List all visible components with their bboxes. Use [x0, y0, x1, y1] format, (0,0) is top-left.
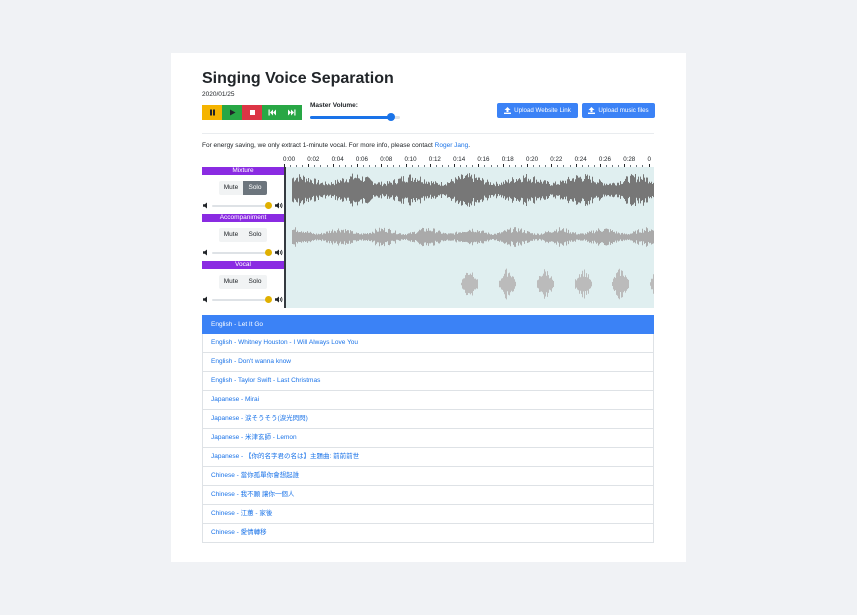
mute-button[interactable]: Mute [219, 181, 243, 195]
page-date: 2020/01/25 [202, 91, 235, 98]
divider [202, 133, 654, 134]
track-control-accompaniment: Accompaniment Mute Solo [202, 214, 284, 261]
upload-music-files-button[interactable]: Upload music files [582, 103, 655, 118]
volume-up-icon [275, 249, 283, 256]
song-list-item[interactable]: Chinese - 我不願 讓你一個人 [202, 486, 654, 505]
track-name: Accompaniment [202, 214, 284, 222]
mute-solo-group: Mute Solo [219, 181, 267, 195]
timeline-tick-label: 0:20 [526, 156, 539, 163]
song-list-item[interactable]: Chinese - 愛情轉移 [202, 524, 654, 543]
track-control-mixture: Mixture Mute Solo [202, 167, 284, 214]
info-note: For energy saving, we only extract 1-min… [202, 142, 470, 149]
song-list-item[interactable]: Japanese - 【你的名字君の名は】主題曲: 前前前世 [202, 448, 654, 467]
track-volume-slider[interactable] [202, 249, 284, 257]
upload-icon [504, 107, 512, 114]
song-list-item[interactable]: Japanese - Mirai [202, 391, 654, 410]
song-list-item[interactable]: English - Don't wanna know [202, 353, 654, 372]
track-volume-thumb[interactable] [265, 296, 272, 303]
timeline-tick-label: 0:06 [355, 156, 368, 163]
main-card: Singing Voice Separation 2020/01/25 Mast… [171, 53, 686, 562]
play-button[interactable] [222, 105, 242, 120]
pause-button[interactable] [202, 105, 222, 120]
master-volume-slider[interactable] [310, 113, 400, 122]
solo-button[interactable]: Solo [243, 275, 267, 289]
waveform-path [461, 268, 654, 300]
timeline-tick-label: 0:12 [428, 156, 441, 163]
track-volume-track [212, 205, 270, 207]
timeline-tick-label: 0:00 [283, 156, 296, 163]
track-volume-slider[interactable] [202, 202, 284, 210]
track-volume-slider[interactable] [202, 296, 284, 304]
upload-icon [588, 107, 596, 114]
page-title: Singing Voice Separation [202, 70, 394, 87]
waveform-path [292, 227, 654, 247]
volume-down-icon [203, 249, 207, 256]
timeline-tick-label: 0:08 [380, 156, 393, 163]
waveforms [292, 173, 654, 300]
timeline-tick-label: 0:02 [307, 156, 320, 163]
transport-controls [202, 105, 302, 120]
contact-link[interactable]: Roger Jang [435, 142, 469, 149]
solo-button[interactable]: Solo [243, 228, 267, 242]
timeline-tick-label: 0:26 [598, 156, 611, 163]
upload-music-files-label: Upload music files [598, 107, 649, 114]
skip-forward-icon [288, 109, 296, 116]
track-volume-thumb[interactable] [265, 249, 272, 256]
track-name: Vocal [202, 261, 284, 269]
volume-down-icon [203, 202, 207, 209]
timeline-tick-label: 0:16 [477, 156, 490, 163]
track-volume-track [212, 299, 270, 301]
timeline-tick-label: 0:04 [331, 156, 344, 163]
master-volume-thumb[interactable] [387, 113, 395, 121]
mute-button[interactable]: Mute [219, 275, 243, 289]
track-volume-track [212, 252, 270, 254]
song-list-item[interactable]: English - Let It Go [202, 315, 654, 334]
stop-icon [249, 110, 255, 115]
song-list-item[interactable]: English - Taylor Swift - Last Christmas [202, 372, 654, 391]
play-icon [229, 109, 235, 116]
solo-button[interactable]: Solo [243, 181, 267, 195]
volume-down-icon [203, 296, 207, 303]
track-volume-thumb[interactable] [265, 202, 272, 209]
volume-up-icon [275, 296, 283, 303]
timeline-tick-label: 0:18 [501, 156, 514, 163]
skip-back-icon [268, 109, 276, 116]
timeline-tick-label: 0:14 [453, 156, 466, 163]
timeline-ruler[interactable]: 0:00 0:02 0:04 0:06 0:08 0:10 0:12 0:14 0:16 0:18… [283, 156, 654, 167]
upload-website-link-button[interactable]: Upload Website Link [497, 103, 578, 118]
song-list-item[interactable]: Japanese - 涙そうそう(淚光閃閃) [202, 410, 654, 429]
track-name: Mixture [202, 167, 284, 175]
forward-button[interactable] [282, 105, 302, 120]
upload-website-link-label: Upload Website Link [514, 107, 571, 114]
song-list-item[interactable]: Chinese - 當你孤單你會想起誰 [202, 467, 654, 486]
song-list-item[interactable]: Japanese - 米津玄師 - Lemon [202, 429, 654, 448]
song-list-item[interactable]: English - Whitney Houston - I Will Alway… [202, 334, 654, 353]
song-list: English - Let It Go English - Whitney Hou… [202, 315, 654, 543]
master-volume-label: Master Volume: [310, 102, 358, 109]
timeline-tick-label: 0:28 [623, 156, 636, 163]
waveform-path [292, 173, 654, 207]
track-editor: Mixture Mute Solo Accompaniment Mute Sol… [202, 167, 654, 308]
timeline-tick-label: 0:24 [574, 156, 587, 163]
rewind-button[interactable] [262, 105, 282, 120]
pause-icon [209, 109, 215, 116]
info-note-text: For energy saving, we only extract 1-min… [202, 142, 435, 149]
track-control-vocal: Vocal Mute Solo [202, 261, 284, 308]
song-list-item[interactable]: Chinese - 江蕙 - 家後 [202, 505, 654, 524]
mute-solo-group: Mute Solo [219, 275, 267, 289]
timeline-tick-label: 0:10 [404, 156, 417, 163]
waveform-area[interactable] [284, 167, 654, 308]
playhead-cursor[interactable] [284, 167, 286, 308]
info-note-suffix: . [468, 142, 471, 149]
timeline-tick-label: 0:22 [550, 156, 563, 163]
timeline-tick-label: 0 [647, 156, 651, 163]
master-volume-fill [310, 116, 391, 119]
stop-button[interactable] [242, 105, 262, 120]
mute-solo-group: Mute Solo [219, 228, 267, 242]
mute-button[interactable]: Mute [219, 228, 243, 242]
volume-up-icon [275, 202, 283, 209]
